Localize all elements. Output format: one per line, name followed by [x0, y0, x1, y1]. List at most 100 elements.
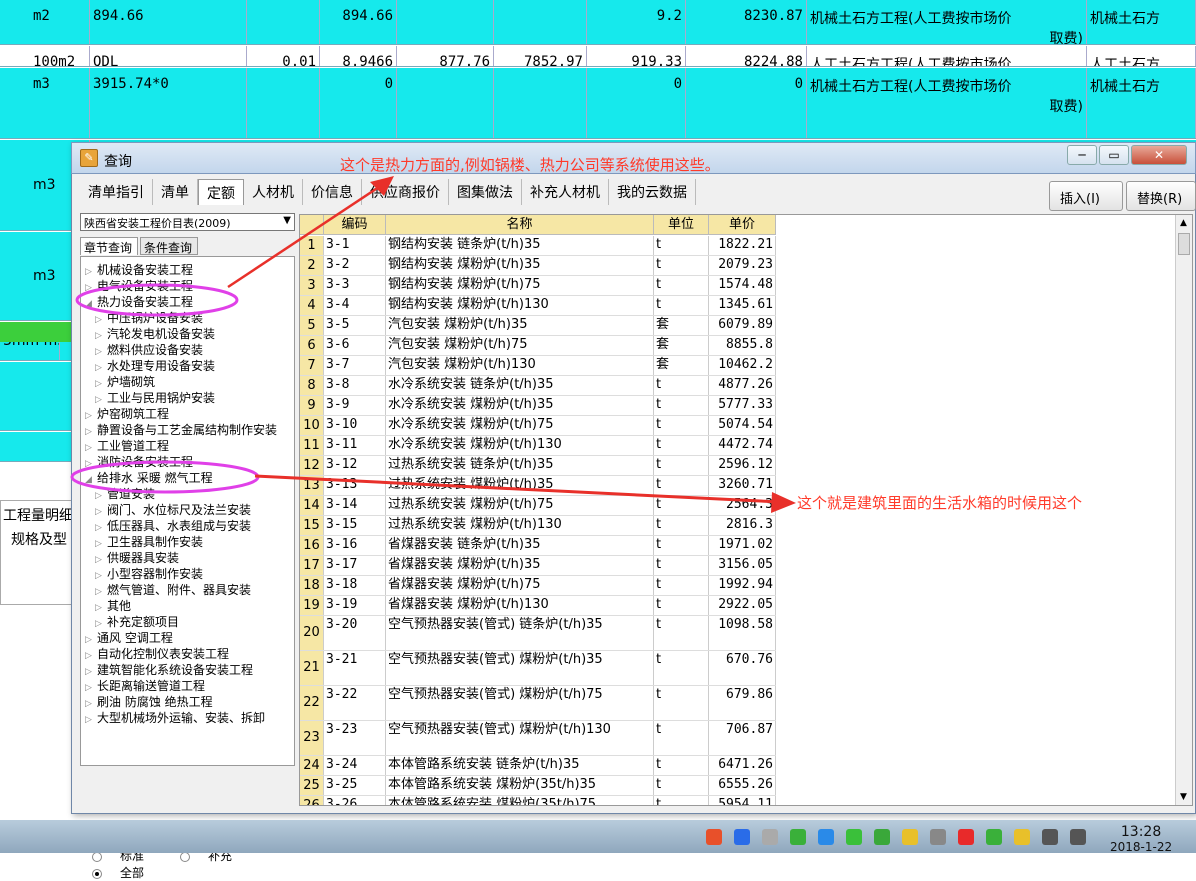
tab-8[interactable]: 补充人材机	[522, 179, 609, 205]
tree-item[interactable]: ▷ 建筑智能化系统设备安装工程	[85, 662, 253, 678]
minimize-button[interactable]: ─	[1067, 145, 1097, 165]
grid-row[interactable]: 24 3-24 本体管路系统安装 链条炉(t/h)35 t 6471.26	[300, 756, 776, 776]
grid-row[interactable]: 2 3-2 钢结构安装 煤粉炉(t/h)35 t 2079.23	[300, 256, 776, 276]
insert-button[interactable]: 插入(I)	[1049, 181, 1123, 211]
grid-row[interactable]: 25 3-25 本体管路系统安装 煤粉炉(35t/h)35 t 6555.26	[300, 776, 776, 796]
tree-item[interactable]: ◢ 给排水 采暖 燃气工程	[85, 470, 213, 486]
grid-row[interactable]: 12 3-12 过热系统安装 链条炉(t/h)35 t 2596.12	[300, 456, 776, 476]
tab-condition-query[interactable]: 条件查询	[140, 237, 198, 255]
tab-7[interactable]: 图集做法	[449, 179, 522, 205]
query-window: ✎ 查询 ─ ▭ ✕ 清单指引 清单 定额 人材机 价信息 供应商报价 图集做法 补充人材机我…	[71, 142, 1196, 880]
tree-item[interactable]: ▷ 卫生器具制作安装	[95, 534, 203, 550]
price-table-dropdown[interactable]: 陕西省安装工程价目表(2009) ▼	[80, 213, 295, 231]
filter-radio[interactable]: 全部	[92, 866, 162, 880]
tab-4[interactable]: 人材机	[244, 179, 303, 205]
tree-item[interactable]: ▷ 消防设备安装工程	[85, 454, 193, 470]
grid-row[interactable]: 19 3-19 省煤器安装 煤粉炉(t/h)130 t 2922.05	[300, 596, 776, 616]
tree-item[interactable]: ▷ 其他	[95, 598, 131, 614]
tree-item[interactable]: ▷ 低压器具、水表组成与安装	[95, 518, 251, 534]
tray-icon[interactable]	[706, 829, 722, 845]
tree-item[interactable]: ▷ 大型机械场外运输、安装、拆卸	[85, 710, 265, 726]
tree-item[interactable]: ▷ 工业管道工程	[85, 438, 169, 454]
tree-item[interactable]: ▷ 静置设备与工艺金属结构制作安装	[85, 422, 277, 438]
grid-header	[300, 215, 324, 235]
tree-item[interactable]: ▷ 自动化控制仪表安装工程	[85, 646, 229, 662]
grid-row[interactable]: 16 3-16 省煤器安装 链条炉(t/h)35 t 1971.02	[300, 536, 776, 556]
tree-item[interactable]: ◢ 热力设备安装工程	[85, 294, 193, 310]
tab-5[interactable]: 价信息	[303, 179, 362, 205]
scroll-up-icon: ▲	[1180, 218, 1187, 228]
tray-icon[interactable]	[1014, 829, 1030, 845]
grid-row[interactable]: 13 3-13 过热系统安装 煤粉炉(t/h)35 t 3260.71	[300, 476, 776, 496]
tree-item[interactable]: ▷ 燃气管道、附件、器具安装	[95, 582, 251, 598]
grid-vertical-scrollbar[interactable]: ▲ ▼	[1175, 215, 1192, 805]
tree-item[interactable]: ▷ 通风 空调工程	[85, 630, 173, 646]
tray-icon[interactable]	[874, 829, 890, 845]
tab-2[interactable]: 清单	[153, 179, 198, 205]
grid-row[interactable]: 1 3-1 钢结构安装 链条炉(t/h)35 t 1822.21	[300, 236, 776, 256]
tray-icon[interactable]	[930, 829, 946, 845]
grid-row[interactable]: 22 3-22 空气预热器安装(管式) 煤粉炉(t/h)75 t 679.86	[300, 686, 776, 721]
tree-item[interactable]: ▷ 电气设备安装工程	[85, 278, 193, 294]
scroll-thumb[interactable]	[1178, 233, 1190, 255]
tree-item[interactable]: ▷ 供暖器具安装	[95, 550, 179, 566]
tray-icon[interactable]	[846, 829, 862, 845]
grid-row[interactable]: 15 3-15 过热系统安装 煤粉炉(t/h)130 t 2816.3	[300, 516, 776, 536]
grid-cell: 1822.21	[709, 236, 776, 255]
grid-row[interactable]: 21 3-21 空气预热器安装(管式) 煤粉炉(t/h)35 t 670.76	[300, 651, 776, 686]
tray-icon[interactable]	[1042, 829, 1058, 845]
grid-row[interactable]: 7 3-7 汽包安装 煤粉炉(t/h)130 套 10462.2	[300, 356, 776, 376]
tree-item[interactable]: ▷ 阀门、水位标尺及法兰安装	[95, 502, 251, 518]
maximize-button[interactable]: ▭	[1099, 145, 1129, 165]
tray-icon[interactable]	[818, 829, 834, 845]
tray-icon[interactable]	[986, 829, 1002, 845]
grid-row[interactable]: 20 3-20 空气预热器安装(管式) 链条炉(t/h)35 t 1098.58	[300, 616, 776, 651]
grid-cell: 汽包安装 煤粉炉(t/h)35	[386, 316, 654, 335]
tree-item[interactable]: ▷ 炉窑砌筑工程	[85, 406, 169, 422]
tree-item[interactable]: ▷ 机械设备安装工程	[85, 262, 193, 278]
tab-6[interactable]: 供应商报价	[362, 179, 449, 205]
grid-row[interactable]: 14 3-14 过热系统安装 煤粉炉(t/h)75 t 2564.3	[300, 496, 776, 516]
tab-1[interactable]: 清单指引	[80, 179, 153, 205]
grid-row[interactable]: 8 3-8 水冷系统安装 链条炉(t/h)35 t 4877.26	[300, 376, 776, 396]
tree-item[interactable]: ▷ 工业与民用锅炉安装	[95, 390, 215, 406]
tab-9[interactable]: 我的云数据	[609, 179, 696, 205]
tab-3[interactable]: 定额	[198, 179, 244, 205]
grid-row[interactable]: 17 3-17 省煤器安装 煤粉炉(t/h)35 t 3156.05	[300, 556, 776, 576]
tray-icon[interactable]	[958, 829, 974, 845]
grid-cell: 水冷系统安装 链条炉(t/h)35	[386, 376, 654, 395]
grid-row[interactable]: 26 3-26 本体管路系统安装 煤粉炉(35t/h)75 t 5954.11	[300, 796, 776, 805]
close-button[interactable]: ✕	[1131, 145, 1187, 165]
tree-item[interactable]: ▷ 管道安装	[95, 486, 155, 502]
tab-chapter-query[interactable]: 章节查询	[80, 237, 138, 255]
tree-item[interactable]: ▷ 补充定额项目	[95, 614, 179, 630]
grid-row[interactable]: 9 3-9 水冷系统安装 煤粉炉(t/h)35 t 5777.33	[300, 396, 776, 416]
grid-cell: 3-9	[324, 396, 386, 415]
tree-item[interactable]: ▷ 刷油 防腐蚀 绝热工程	[85, 694, 213, 710]
tree-item[interactable]: ▷ 燃料供应设备安装	[95, 342, 203, 358]
tree-item[interactable]: ▷ 汽轮发电机设备安装	[95, 326, 215, 342]
grid-row[interactable]: 6 3-6 汽包安装 煤粉炉(t/h)75 套 8855.8	[300, 336, 776, 356]
clock[interactable]: 13:28 2018-1-22	[1110, 824, 1172, 852]
grid-row[interactable]: 3 3-3 钢结构安装 煤粉炉(t/h)75 t 1574.48	[300, 276, 776, 296]
tray-icon[interactable]	[734, 829, 750, 845]
grid-row[interactable]: 11 3-11 水冷系统安装 煤粉炉(t/h)130 t 4472.74	[300, 436, 776, 456]
tray-icon[interactable]	[762, 829, 778, 845]
grid-row[interactable]: 23 3-23 空气预热器安装(管式) 煤粉炉(t/h)130 t 706.87	[300, 721, 776, 756]
tray-icon[interactable]	[902, 829, 918, 845]
grid-row[interactable]: 10 3-10 水冷系统安装 煤粉炉(t/h)75 t 5074.54	[300, 416, 776, 436]
replace-button[interactable]: 替换(R)	[1126, 181, 1196, 211]
grid-row[interactable]: 18 3-18 省煤器安装 煤粉炉(t/h)75 t 1992.94	[300, 576, 776, 596]
tree-item[interactable]: ▷ 长距离输送管道工程	[85, 678, 205, 694]
grid-cell: 18	[300, 576, 324, 595]
grid-cell: 10	[300, 416, 324, 435]
tree-item[interactable]: ▷ 炉墙砌筑	[95, 374, 155, 390]
grid-row[interactable]: 5 3-5 汽包安装 煤粉炉(t/h)35 套 6079.89	[300, 316, 776, 336]
grid-cell: 5777.33	[709, 396, 776, 415]
tree-item[interactable]: ▷ 小型容器制作安装	[95, 566, 203, 582]
grid-row[interactable]: 4 3-4 钢结构安装 煤粉炉(t/h)130 t 1345.61	[300, 296, 776, 316]
tree-item[interactable]: ▷ 水处理专用设备安装	[95, 358, 215, 374]
tray-icon[interactable]	[1070, 829, 1086, 845]
tree-item[interactable]: ▷ 中压锅炉设备安装	[95, 310, 203, 326]
tray-icon[interactable]	[790, 829, 806, 845]
